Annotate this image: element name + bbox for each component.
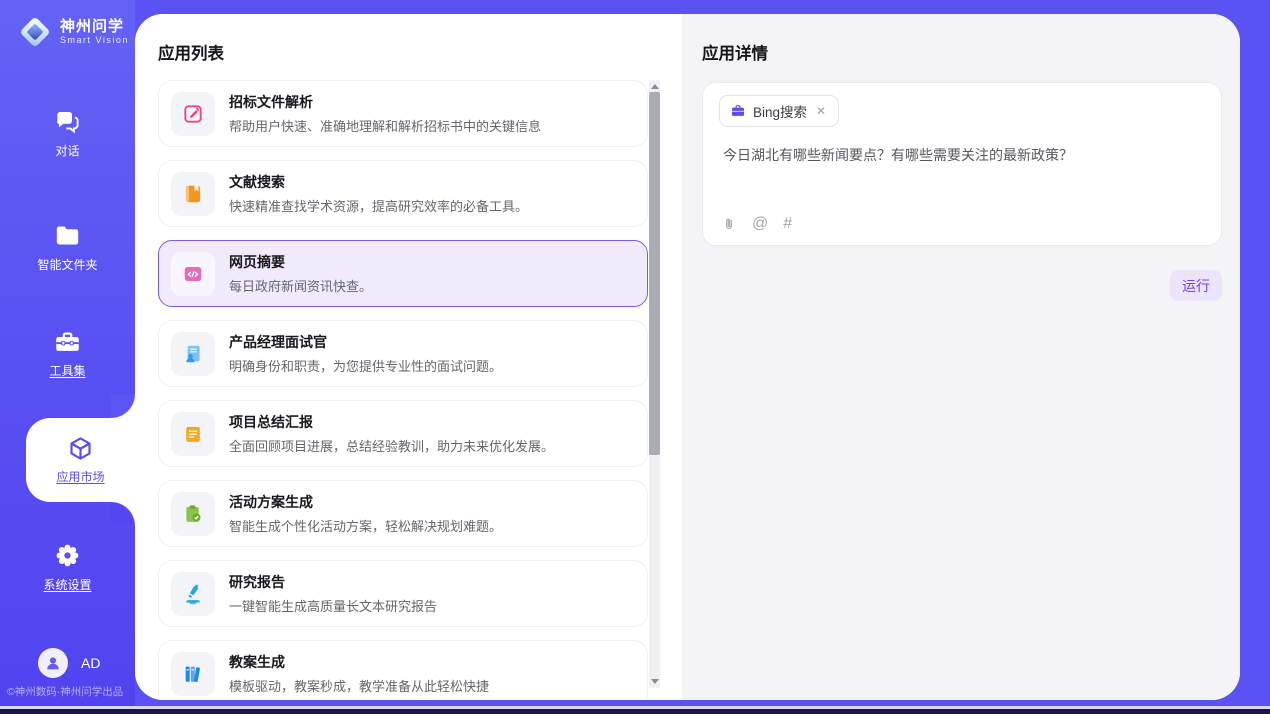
app-card-description: 全面回顾项目进展，总结经验教训，助力未来优化发展。 (229, 436, 554, 455)
app-card-title: 教案生成 (229, 652, 489, 672)
app-card-description: 快速精准查找学术资源，提高研究效率的必备工具。 (229, 196, 528, 215)
browser-code-icon (182, 263, 204, 285)
book-icon (182, 183, 204, 205)
app-icon-tile (171, 652, 215, 696)
app-list-panel: 应用列表 招标文件解析 帮助用户快速、准确地理解和解析招标书中的关键信息 (135, 14, 682, 700)
toolbox-icon (54, 328, 81, 355)
brand-subtitle: Smart Vision (60, 35, 129, 46)
app-icon-tile (171, 332, 215, 376)
run-button[interactable]: 运行 (1170, 270, 1222, 301)
app-card-description: 明确身份和职责，为您提供专业性的面试问题。 (229, 356, 502, 375)
app-card-title: 招标文件解析 (229, 92, 541, 112)
paperclip-icon[interactable] (721, 216, 737, 232)
avatar (38, 648, 68, 678)
app-icon-tile (171, 412, 215, 456)
cube-icon (67, 435, 94, 462)
sidebar-item-settings[interactable]: 系统设置 (0, 542, 135, 593)
app-card-research-report[interactable]: 研究报告 一键智能生成高质量长文本研究报告 (158, 560, 648, 627)
app-list-title: 应用列表 (158, 40, 224, 64)
app-card-description: 一键智能生成高质量长文本研究报告 (229, 596, 437, 615)
app-icon-tile (171, 572, 215, 616)
books-icon (182, 663, 204, 685)
sidebar-item-toolset[interactable]: 工具集 (0, 328, 135, 379)
sidebar-item-label: 智能文件夹 (37, 256, 97, 273)
app-card-title: 产品经理面试官 (229, 332, 502, 352)
composer-toolbar: @ # (721, 215, 792, 233)
chat-icon (54, 108, 81, 135)
doc-edit-icon (182, 103, 204, 125)
app-detail-title: 应用详情 (702, 40, 768, 64)
app-card-description: 每日政府新闻资讯快查。 (229, 276, 372, 295)
scrollbar-thumb[interactable] (649, 92, 660, 455)
at-icon[interactable]: @ (752, 215, 768, 233)
tool-chip-label: Bing搜索 (753, 101, 807, 121)
app-card-title: 项目总结汇报 (229, 412, 554, 432)
app-icon-tile (171, 92, 215, 136)
app-icon-tile (171, 492, 215, 536)
tool-chip-bing-search[interactable]: Bing搜索 ✕ (719, 95, 839, 127)
app-card-pm-interviewer[interactable]: 产品经理面试官 明确身份和职责，为您提供专业性的面试问题。 (158, 320, 648, 387)
app-card-title: 文献搜索 (229, 172, 528, 192)
clipboard-check-icon (182, 503, 204, 525)
active-tab-fillet-top (111, 394, 135, 418)
bottom-edge (0, 709, 1270, 714)
app-card-lesson-plan[interactable]: 教案生成 模板驱动，教案秒成，教学准备从此轻松快捷 (158, 640, 648, 700)
app-card-title: 活动方案生成 (229, 492, 502, 512)
app-card-title: 研究报告 (229, 572, 437, 592)
sidebar-item-app-market[interactable]: 应用市场 (26, 418, 135, 502)
user-initials: AD (81, 655, 100, 671)
app-card-literature-search[interactable]: 文献搜索 快速精准查找学术资源，提高研究效率的必备工具。 (158, 160, 648, 227)
app-card-description: 帮助用户快速、准确地理解和解析招标书中的关键信息 (229, 116, 541, 135)
sidebar-item-label: 工具集 (49, 362, 85, 379)
app-card-bid-analysis[interactable]: 招标文件解析 帮助用户快速、准确地理解和解析招标书中的关键信息 (158, 80, 648, 147)
interviewer-icon (182, 343, 204, 365)
app-card-description: 模板驱动，教案秒成，教学准备从此轻松快捷 (229, 676, 489, 695)
prompt-composer-card: Bing搜索 ✕ 今日湖北有哪些新闻要点？有哪些需要关注的最新政策？ @ # (702, 82, 1222, 246)
brand-name: 神州问学 (60, 18, 129, 35)
active-tab-fillet-bottom (111, 502, 135, 526)
app-card-web-summary[interactable]: 网页摘要 每日政府新闻资讯快查。 (158, 240, 648, 307)
briefcase-icon (730, 103, 746, 119)
sidebar-item-chat[interactable]: 对话 (0, 108, 135, 159)
copyright-text: ©神州数码·神州问学出品 (7, 684, 123, 699)
chip-close-icon[interactable]: ✕ (814, 103, 828, 119)
app-list-scrollbar[interactable] (649, 80, 660, 688)
sidebar-item-label: 应用市场 (56, 468, 104, 485)
app-detail-panel: 应用详情 Bing搜索 ✕ 今日湖北有哪些新闻要点？有哪些需要关注的最新政策？ (682, 14, 1240, 700)
sidebar-item-smart-folder[interactable]: 智能文件夹 (0, 222, 135, 273)
folder-icon (54, 222, 81, 249)
app-icon-tile (171, 252, 215, 296)
sidebar-item-label: 系统设置 (43, 576, 91, 593)
gear-icon (54, 542, 81, 569)
app-card-title: 网页摘要 (229, 252, 372, 272)
scroll-down-arrow-icon[interactable] (651, 679, 659, 684)
app-icon-tile (171, 172, 215, 216)
person-icon (44, 654, 62, 672)
prompt-input[interactable]: 今日湖北有哪些新闻要点？有哪些需要关注的最新政策？ (723, 145, 1203, 165)
sidebar: 神州问学 Smart Vision 对话 智能文件夹 工具集 (0, 0, 135, 706)
brand-diamond-icon (18, 15, 52, 49)
notepad-icon (182, 423, 204, 445)
user-account[interactable]: AD (38, 648, 100, 678)
app-card-list: 招标文件解析 帮助用户快速、准确地理解和解析招标书中的关键信息 文献搜索 快速精… (158, 80, 648, 700)
app-card-description: 智能生成个性化活动方案，轻松解决规划难题。 (229, 516, 502, 535)
scroll-up-arrow-icon[interactable] (651, 84, 659, 89)
main-content: 应用列表 招标文件解析 帮助用户快速、准确地理解和解析招标书中的关键信息 (135, 14, 1240, 700)
microscope-icon (182, 583, 204, 605)
brand-logo: 神州问学 Smart Vision (18, 15, 129, 49)
app-card-project-summary[interactable]: 项目总结汇报 全面回顾项目进展，总结经验教训，助力未来优化发展。 (158, 400, 648, 467)
app-card-event-plan[interactable]: 活动方案生成 智能生成个性化活动方案，轻松解决规划难题。 (158, 480, 648, 547)
sidebar-item-label: 对话 (55, 142, 79, 159)
hash-icon[interactable]: # (783, 215, 792, 233)
